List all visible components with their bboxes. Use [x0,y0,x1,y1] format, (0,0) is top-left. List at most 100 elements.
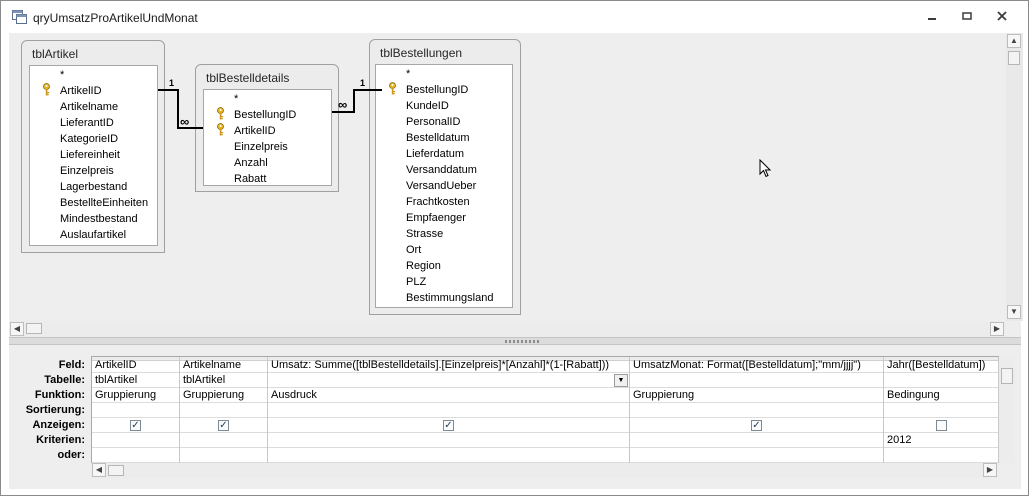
field-item[interactable]: VersandUeber [376,178,512,194]
grid-column[interactable]: Jahr([Bestelldatum]) Bedingung 2012 [884,357,999,463]
scroll-up-icon[interactable]: ▲ [1007,34,1021,48]
design-vertical-scrollbar[interactable]: ▲ ▼ [1006,33,1023,321]
grid-cell-kriterien[interactable] [92,433,179,448]
splitter-grip-icon[interactable] [505,340,541,343]
field-item[interactable]: Versanddatum [376,162,512,178]
grid-column[interactable]: Umsatz: Summe([tblBestelldetails].[Einze… [268,357,630,463]
query-design-grid[interactable]: ArtikelID tblArtikel Gruppierung ✓ Artikelna… [91,356,999,463]
grid-cell-oder[interactable] [180,448,267,463]
field-item[interactable]: Liefereinheit [30,147,157,163]
field-item[interactable]: Lagerbestand [30,179,157,195]
field-list[interactable]: * BestellungID ArtikelID Einzelpreis Anzahl R… [203,89,332,186]
minimize-button[interactable] [923,9,941,25]
field-item[interactable]: Einzelpreis [204,139,331,155]
grid-cell-kriterien[interactable] [268,433,629,448]
field-item[interactable]: Empfaenger [376,210,512,226]
show-checkbox[interactable]: ✓ [218,420,229,431]
scroll-right-icon[interactable]: ▶ [990,322,1004,336]
grid-cell-oder[interactable] [92,448,179,463]
grid-cell-tabelle[interactable] [630,373,883,388]
scroll-thumb[interactable] [1001,368,1013,384]
scroll-thumb[interactable] [1008,51,1020,65]
show-checkbox[interactable]: ✓ [443,420,454,431]
table-box-tblartikel[interactable]: tblArtikel * ArtikelID Artikelname Lieferan… [21,40,165,253]
scroll-left-icon[interactable]: ◀ [92,463,106,477]
field-item[interactable]: ArtikelID [204,123,331,139]
grid-column[interactable]: Artikelname tblArtikel Gruppierung ✓ [180,357,268,463]
grid-cell-feld[interactable]: Umsatz: Summe([tblBestelldetails].[Einze… [268,358,629,373]
pane-splitter[interactable] [9,337,1021,345]
close-button[interactable] [993,9,1011,25]
grid-cell-anzeigen[interactable]: ✓ [268,418,629,433]
field-item[interactable]: Anzahl [204,155,331,171]
grid-cell-sortierung[interactable] [180,403,267,418]
field-item[interactable]: LieferantID [30,115,157,131]
grid-cell-tabelle[interactable]: tblArtikel [180,373,267,388]
field-item[interactable]: Ort [376,242,512,258]
field-item[interactable]: Einzelpreis [30,163,157,179]
grid-cell-funktion[interactable]: Gruppierung [630,388,883,403]
title-bar[interactable]: qryUmsatzProArtikelUndMonat [1,1,1028,33]
grid-cell-tabelle[interactable] [884,373,998,388]
field-list[interactable]: * BestellungID KundeID PersonalID Bestelldat… [375,64,513,308]
grid-cell-sortierung[interactable] [268,403,629,418]
show-checkbox[interactable]: ✓ [130,420,141,431]
grid-cell-feld[interactable]: Artikelname [180,358,267,373]
field-item[interactable]: Rabatt [204,171,331,187]
grid-cell-oder[interactable] [884,448,998,463]
table-box-tblbestellungen[interactable]: tblBestellungen * BestellungID KundeID Pers… [369,39,521,315]
grid-cell-sortierung[interactable] [884,403,998,418]
field-item[interactable]: Mindestbestand [30,211,157,227]
field-item[interactable]: * [30,67,157,83]
grid-cell-kriterien[interactable] [630,433,883,448]
scroll-right-icon[interactable]: ▶ [983,463,997,477]
grid-cell-funktion[interactable]: Gruppierung [180,388,267,403]
field-item[interactable]: * [376,66,512,82]
grid-cell-feld[interactable]: ArtikelID [92,358,179,373]
grid-cell-tabelle[interactable]: tblArtikel [92,373,179,388]
scroll-left-icon[interactable]: ◀ [10,322,24,336]
scroll-down-icon[interactable]: ▼ [1007,305,1021,319]
table-box-tblbestelldetails[interactable]: tblBestelldetails * BestellungID ArtikelID… [195,64,339,192]
scroll-thumb[interactable] [26,323,42,334]
grid-cell-anzeigen[interactable]: ✓ [92,418,179,433]
grid-cell-anzeigen[interactable]: ✓ [630,418,883,433]
show-checkbox[interactable] [936,420,947,431]
grid-cell-tabelle[interactable]: ▼ [268,373,629,388]
grid-cell-funktion[interactable]: Gruppierung [92,388,179,403]
field-item[interactable]: BestellteEinheiten [30,195,157,211]
grid-column[interactable]: ArtikelID tblArtikel Gruppierung ✓ [92,357,180,463]
grid-cell-funktion[interactable]: Bedingung [884,388,998,403]
restore-button[interactable] [958,9,976,25]
field-list[interactable]: * ArtikelID Artikelname LieferantID Kategori… [29,65,158,246]
grid-cell-funktion[interactable]: Ausdruck [268,388,629,403]
grid-column[interactable]: UmsatzMonat: Format([Bestelldatum];"mm/j… [630,357,884,463]
field-item[interactable]: BestellungID [376,82,512,98]
field-item[interactable]: Bestimmungsland [376,290,512,306]
grid-vertical-scrollbar[interactable] [999,356,1015,463]
grid-cell-feld[interactable]: Jahr([Bestelldatum]) [884,358,998,373]
grid-cell-oder[interactable] [268,448,629,463]
field-item[interactable]: * [204,91,331,107]
field-item[interactable]: KundeID [376,98,512,114]
field-item[interactable]: KategorieID [30,131,157,147]
grid-cell-anzeigen[interactable] [884,418,998,433]
design-horizontal-scrollbar[interactable]: ◀ ▶ [9,321,1006,337]
field-item[interactable]: Strasse [376,226,512,242]
grid-cell-oder[interactable] [630,448,883,463]
field-item[interactable]: Bestelldatum [376,130,512,146]
grid-cell-sortierung[interactable] [92,403,179,418]
scroll-thumb[interactable] [108,465,124,476]
field-item[interactable]: BestellungID [204,107,331,123]
grid-cell-kriterien[interactable]: 2012 [884,433,998,448]
field-item[interactable]: Auslaufartikel [30,227,157,243]
field-item[interactable]: ArtikelID [30,83,157,99]
field-item[interactable]: PersonalID [376,114,512,130]
field-item[interactable]: PLZ [376,274,512,290]
show-checkbox[interactable]: ✓ [751,420,762,431]
field-item[interactable]: Artikelname [30,99,157,115]
field-item[interactable]: Lieferdatum [376,146,512,162]
dropdown-arrow-icon[interactable]: ▼ [614,374,628,387]
grid-cell-kriterien[interactable] [180,433,267,448]
grid-horizontal-scrollbar[interactable]: ◀ ▶ [91,463,999,478]
